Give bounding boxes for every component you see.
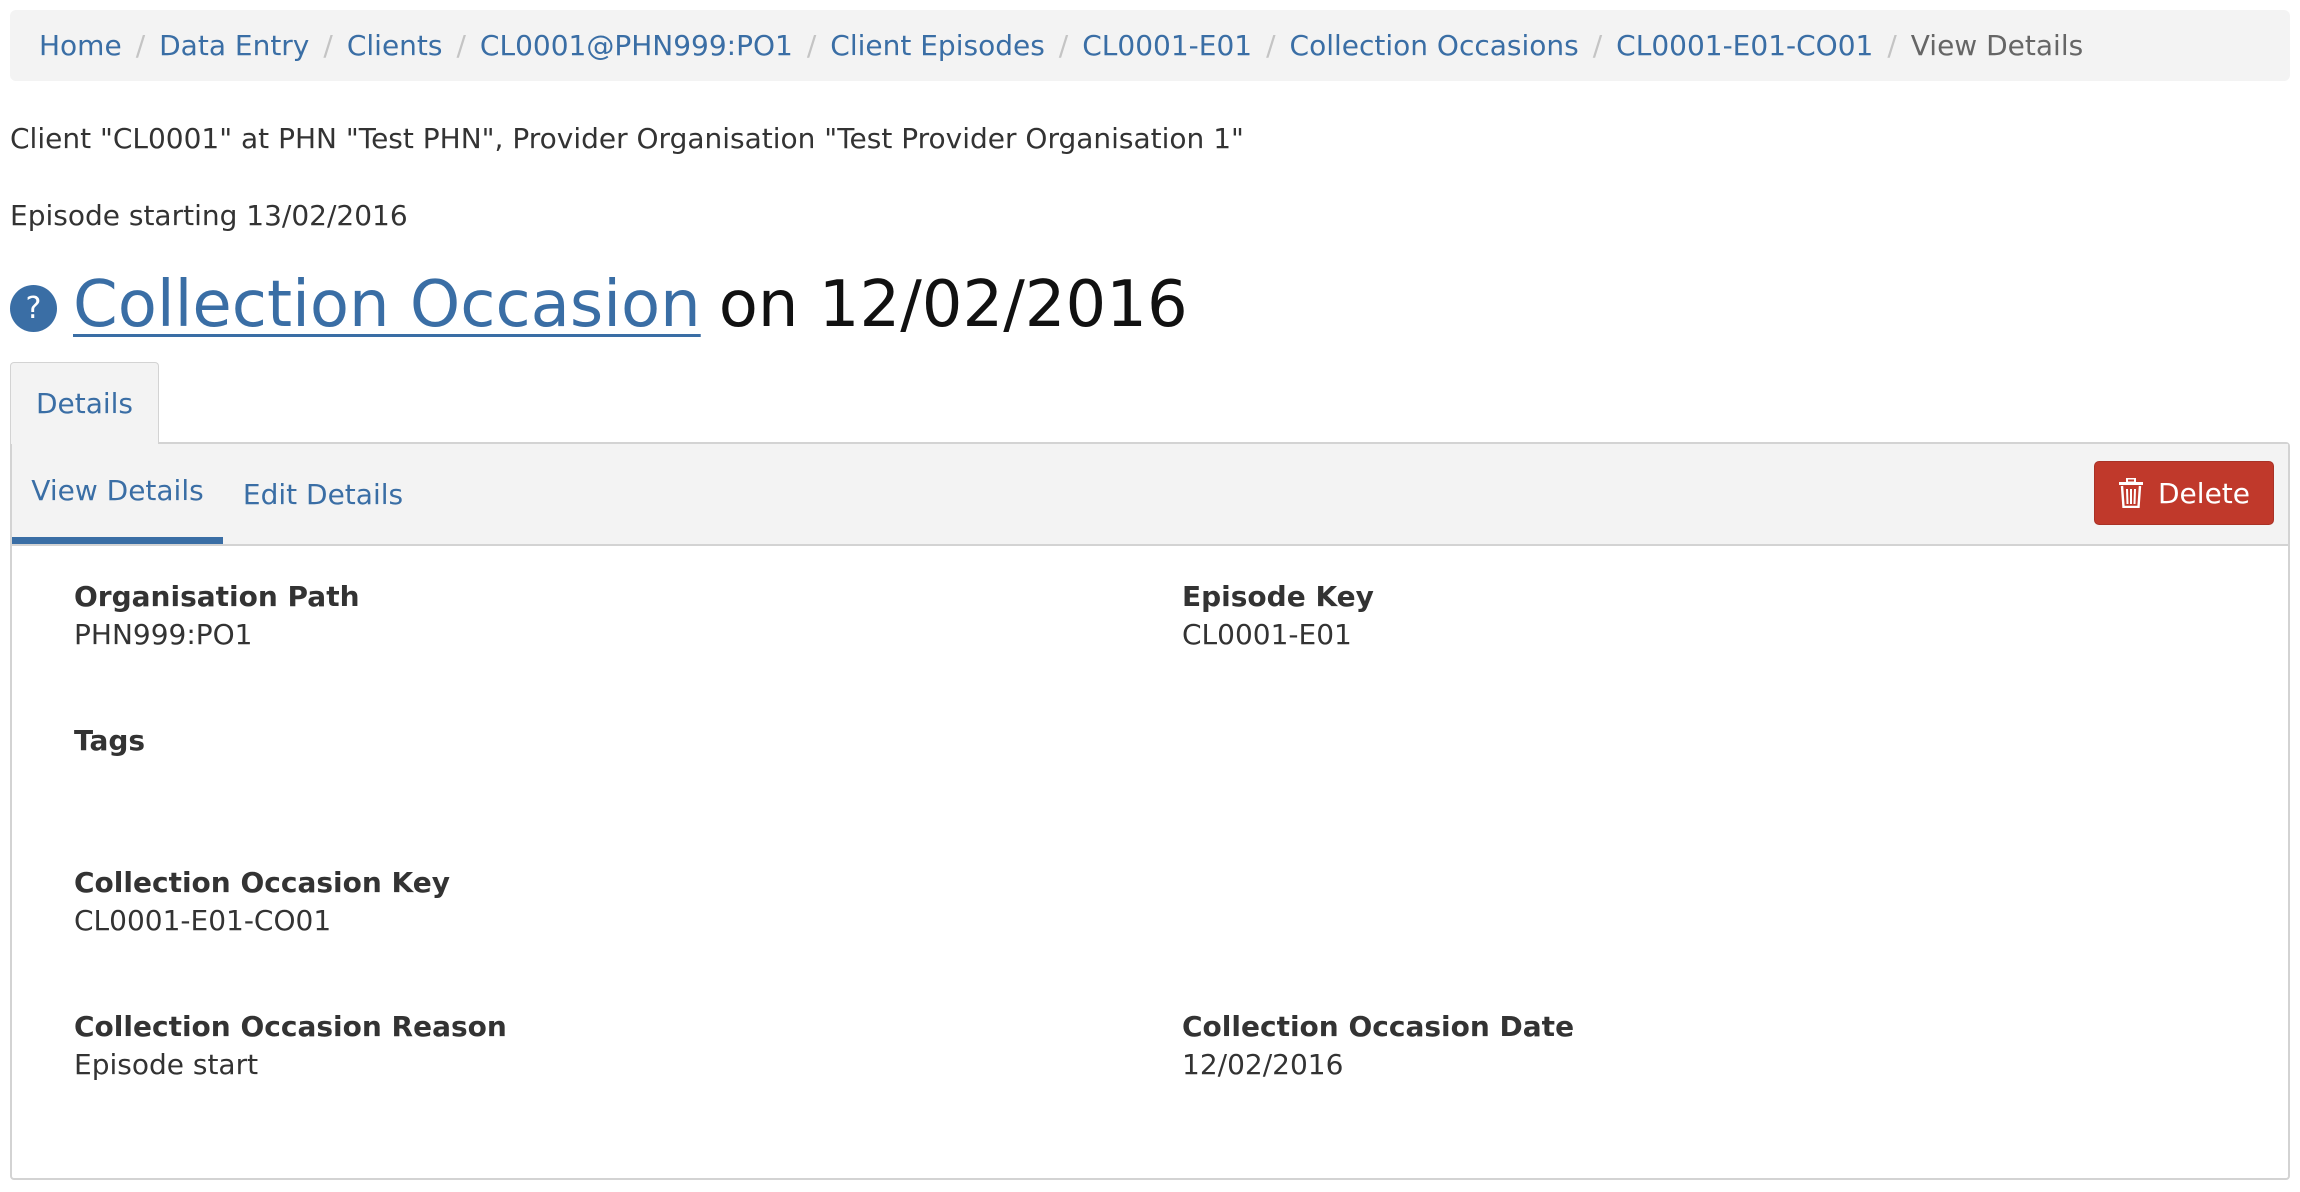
breadcrumb-clients[interactable]: Clients [347,29,443,62]
breadcrumb-separator: / [456,29,466,62]
breadcrumb-separator: / [323,29,333,62]
organisation-path-field: Organisation Path PHN999:PO1 [74,578,360,654]
tab-edit-details[interactable]: Edit Details [223,444,423,544]
collection-occasion-date-field: Collection Occasion Date 12/02/2016 [1182,1008,1574,1084]
breadcrumb: Home / Data Entry / Clients / CL0001@PHN… [10,10,2290,81]
page-title-date: on 12/02/2016 [718,268,1188,342]
breadcrumb-data-entry[interactable]: Data Entry [159,29,309,62]
tags-field: Tags [74,722,145,798]
field-value: 12/02/2016 [1182,1048,1344,1081]
delete-button[interactable]: Delete [2094,461,2274,525]
breadcrumb-separator: / [1058,29,1069,62]
field-label: Organisation Path [74,580,360,613]
collection-occasion-help-link[interactable]: Collection Occasion [73,268,701,342]
breadcrumb-separator: / [806,29,817,62]
breadcrumb-collection-occasion[interactable]: CL0001-E01-CO01 [1616,29,1873,62]
breadcrumb-separator: / [135,29,146,62]
details-subnav: View Details Edit Details Delete [12,444,2288,546]
collection-occasion-reason-field: Collection Occasion Reason Episode start [74,1008,507,1084]
field-value: CL0001-E01 [1182,618,1352,651]
details-panel: View Details Edit Details Delete Organis… [10,442,2290,1180]
client-context-text: Client "CL0001" at PHN "Test PHN", Provi… [10,122,1244,155]
breadcrumb-client-episodes[interactable]: Client Episodes [830,29,1045,62]
trash-icon [2118,478,2144,508]
field-label: Episode Key [1182,580,1374,613]
field-label: Collection Occasion Reason [74,1010,507,1043]
field-label: Tags [74,724,146,757]
breadcrumb-current: View Details [1910,29,2084,62]
delete-label: Delete [2158,476,2250,510]
breadcrumb-episode[interactable]: CL0001-E01 [1082,29,1252,62]
breadcrumb-separator: / [1887,29,1897,62]
episode-context-text: Episode starting 13/02/2016 [10,199,408,232]
page-title: ? Collection Occasion on 12/02/2016 [10,268,1188,342]
breadcrumb-home[interactable]: Home [39,29,122,62]
field-label: Collection Occasion Key [74,866,450,899]
field-value: CL0001-E01-CO01 [74,904,332,937]
field-value: PHN999:PO1 [74,618,253,651]
breadcrumb-separator: / [1266,29,1276,62]
collection-occasion-key-field: Collection Occasion Key CL0001-E01-CO01 [74,864,450,940]
breadcrumb-client[interactable]: CL0001@PHN999:PO1 [480,29,793,62]
breadcrumb-separator: / [1592,29,1603,62]
breadcrumb-collection-occasions[interactable]: Collection Occasions [1290,29,1579,62]
tab-details[interactable]: Details [10,362,159,444]
field-value [74,760,145,798]
episode-key-field: Episode Key CL0001-E01 [1182,578,1374,654]
tab-view-details[interactable]: View Details [12,444,223,544]
question-circle-icon[interactable]: ? [10,284,57,332]
field-value: Episode start [74,1048,259,1081]
field-label: Collection Occasion Date [1182,1010,1575,1043]
